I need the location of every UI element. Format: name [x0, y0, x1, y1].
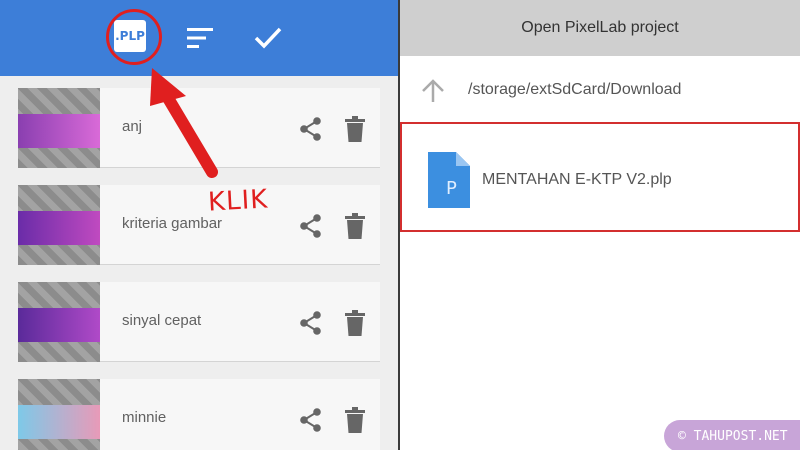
file-icon-letter: P	[446, 178, 457, 199]
thumbnail-image	[18, 405, 100, 439]
share-icon[interactable]	[298, 213, 324, 239]
project-thumbnail[interactable]	[18, 282, 100, 362]
current-path: /storage/extSdCard/Download	[468, 81, 682, 98]
thumbnail-image	[18, 308, 100, 342]
project-name: sinyal cepat	[122, 312, 202, 329]
delete-icon[interactable]	[344, 310, 366, 336]
dialog-title-bar: Open PixelLab project	[400, 0, 800, 56]
file-name: MENTAHAN E-KTP V2.plp	[482, 171, 672, 188]
project-name: kriteria gambar	[122, 215, 223, 232]
delete-icon[interactable]	[344, 407, 366, 433]
delete-icon[interactable]	[344, 213, 366, 239]
project-row[interactable]: minnie	[18, 379, 380, 450]
thumbnail-image	[18, 211, 100, 245]
pointer-arrow	[150, 68, 218, 178]
watermark-text: © TAHUPOST.NET	[678, 428, 788, 444]
dialog-title: Open PixelLab project	[521, 19, 679, 36]
file-list-item[interactable]: P MENTAHAN E-KTP V2.plp	[400, 122, 800, 232]
file-icon: P	[428, 152, 470, 208]
up-arrow-icon[interactable]	[420, 78, 446, 104]
callout-text: KLIK	[207, 184, 270, 218]
project-thumbnail[interactable]	[18, 379, 100, 450]
project-name: minnie	[122, 409, 167, 426]
share-icon[interactable]	[298, 310, 324, 336]
project-row[interactable]: sinyal cepat	[18, 282, 380, 362]
open-project-dialog: Open PixelLab project /storage/extSdCard…	[400, 0, 800, 450]
watermark: © TAHUPOST.NET	[664, 420, 800, 450]
share-icon[interactable]	[298, 407, 324, 433]
